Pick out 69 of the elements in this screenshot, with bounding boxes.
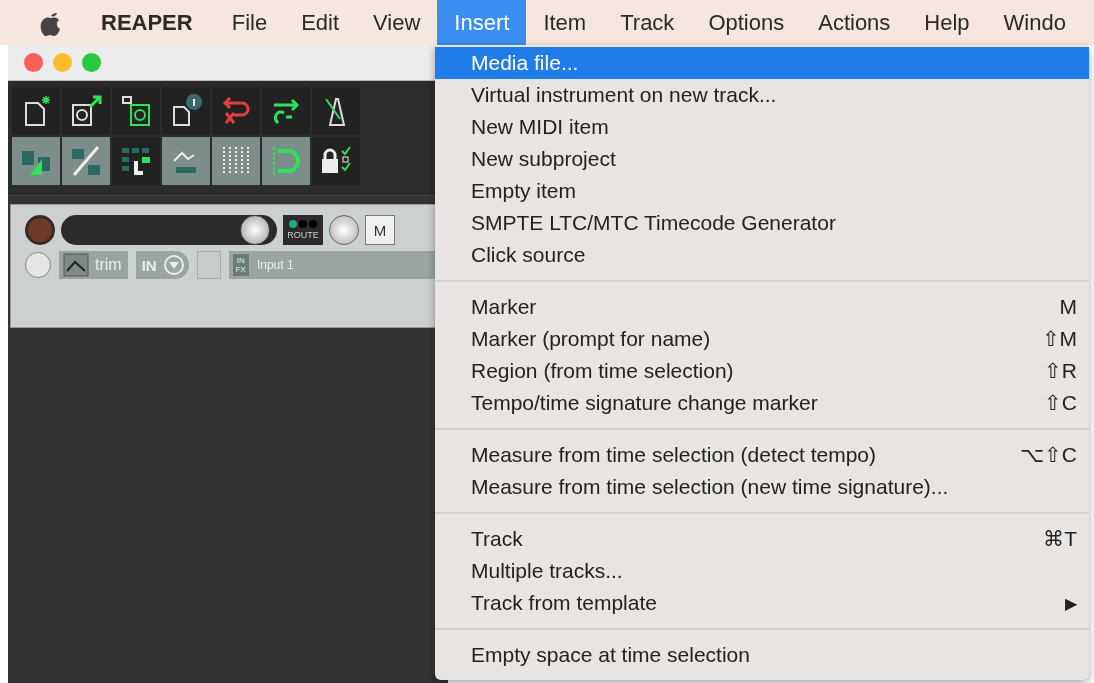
menu-item[interactable]: Tempo/time signature change marker ⇧C [435, 387, 1089, 419]
menu-item[interactable]: New MIDI item [435, 111, 1089, 143]
menu-item-label: Empty space at time selection [471, 643, 751, 667]
toolbar-button[interactable] [62, 87, 110, 135]
menu-bar-item[interactable]: Help [907, 0, 987, 45]
phase-button[interactable] [25, 252, 51, 278]
menu-item-label: Region (from time selection) [471, 359, 735, 383]
volume-fader[interactable] [61, 215, 277, 245]
fx-badge[interactable]: IN FX [232, 254, 249, 276]
shortcut-label: ⇧M [1041, 327, 1077, 351]
menu-bar-item[interactable]: Actions [801, 0, 908, 45]
menu-item-label: Empty item [471, 179, 578, 203]
shortcut-label: ⌥⇧C [1019, 443, 1077, 467]
menu-item[interactable]: Media file... [435, 47, 1089, 79]
toolbar-button[interactable] [162, 87, 210, 135]
menu-item-label: Multiple tracks... [471, 559, 624, 583]
menu-item[interactable]: Measure from time selection (detect tempo) ⌥⇧C [435, 439, 1089, 471]
menu-item[interactable]: Empty space at time selection [435, 639, 1089, 671]
toolbar-button[interactable] [12, 87, 60, 135]
app-menu[interactable]: REAPER [84, 0, 215, 45]
menu-bar-item[interactable]: Item [526, 0, 604, 45]
fader-knob[interactable] [239, 215, 270, 245]
route-button[interactable]: ROUTE [283, 215, 323, 245]
menu-bar-item[interactable]: View [356, 0, 438, 45]
toolbar-button[interactable] [262, 87, 310, 135]
pan-knob[interactable] [329, 215, 359, 245]
toolbar-button[interactable] [312, 87, 360, 135]
menu-bar-item[interactable]: File [214, 0, 285, 45]
menu-item[interactable]: Marker (prompt for name) ⇧M [435, 323, 1089, 355]
toolbar-button[interactable] [312, 137, 360, 185]
menu-item-label: Track [471, 527, 524, 551]
menu-item-label: Marker [471, 295, 538, 319]
toolbar-button[interactable] [112, 87, 160, 135]
toolbar-button[interactable] [112, 137, 160, 185]
menu-bar-item[interactable]: Windo [986, 0, 1083, 45]
menu-bar-item[interactable]: Edit [284, 0, 357, 45]
menu-item-label: SMPTE LTC/MTC Timecode Generator [471, 211, 837, 235]
menu-item-label: Virtual instrument on new track... [471, 83, 778, 107]
menu-item[interactable]: New subproject [435, 143, 1089, 175]
menu-item-label: Track from template [471, 591, 658, 615]
mute-button[interactable]: M [365, 215, 395, 245]
submenu-arrow: ▶ [1065, 593, 1077, 613]
menu-item[interactable]: Empty item [435, 175, 1089, 207]
menu-item-label: Measure from time selection (new time signature)... [471, 475, 950, 499]
menu-bar-item[interactable]: Track [603, 0, 692, 45]
menu-item-label: New MIDI item [471, 115, 610, 139]
menu-item[interactable]: SMPTE LTC/MTC Timecode Generator [435, 207, 1089, 239]
menu-item-label: Measure from time selection (detect tempo) [471, 443, 877, 467]
shortcut-label: ⌘T [1043, 527, 1077, 551]
menu-item-label: Marker (prompt for name) [471, 327, 712, 351]
shortcut-label: ⇧C [1043, 391, 1077, 415]
menu-item[interactable]: Multiple tracks... [435, 555, 1089, 587]
menu-item-label: New subproject [471, 147, 617, 171]
close-button[interactable] [24, 53, 43, 72]
menu-item-label: Media file... [471, 51, 580, 75]
menu-item-label: Click source [471, 243, 587, 267]
menu-bar-item[interactable]: Options [691, 0, 802, 45]
record-arm-button[interactable] [25, 215, 55, 245]
shortcut-label: M [1059, 295, 1077, 319]
menu-item[interactable]: Virtual instrument on new track... [435, 79, 1089, 111]
menu-item[interactable]: Measure from time selection (new time signature)... [435, 471, 1089, 503]
menu-item[interactable]: Region (from time selection) ⇧R [435, 355, 1089, 387]
input-name: Input 1 [256, 258, 294, 272]
dropdown-icon [162, 254, 185, 276]
menu-item[interactable]: Marker M [435, 291, 1089, 323]
shortcut-label: ⇧R [1043, 359, 1077, 383]
menu-item[interactable]: Track ⌘T [435, 523, 1089, 555]
menu-item-label: Tempo/time signature change marker [471, 391, 819, 415]
menu-item[interactable]: Track from template ▶ [435, 587, 1089, 619]
